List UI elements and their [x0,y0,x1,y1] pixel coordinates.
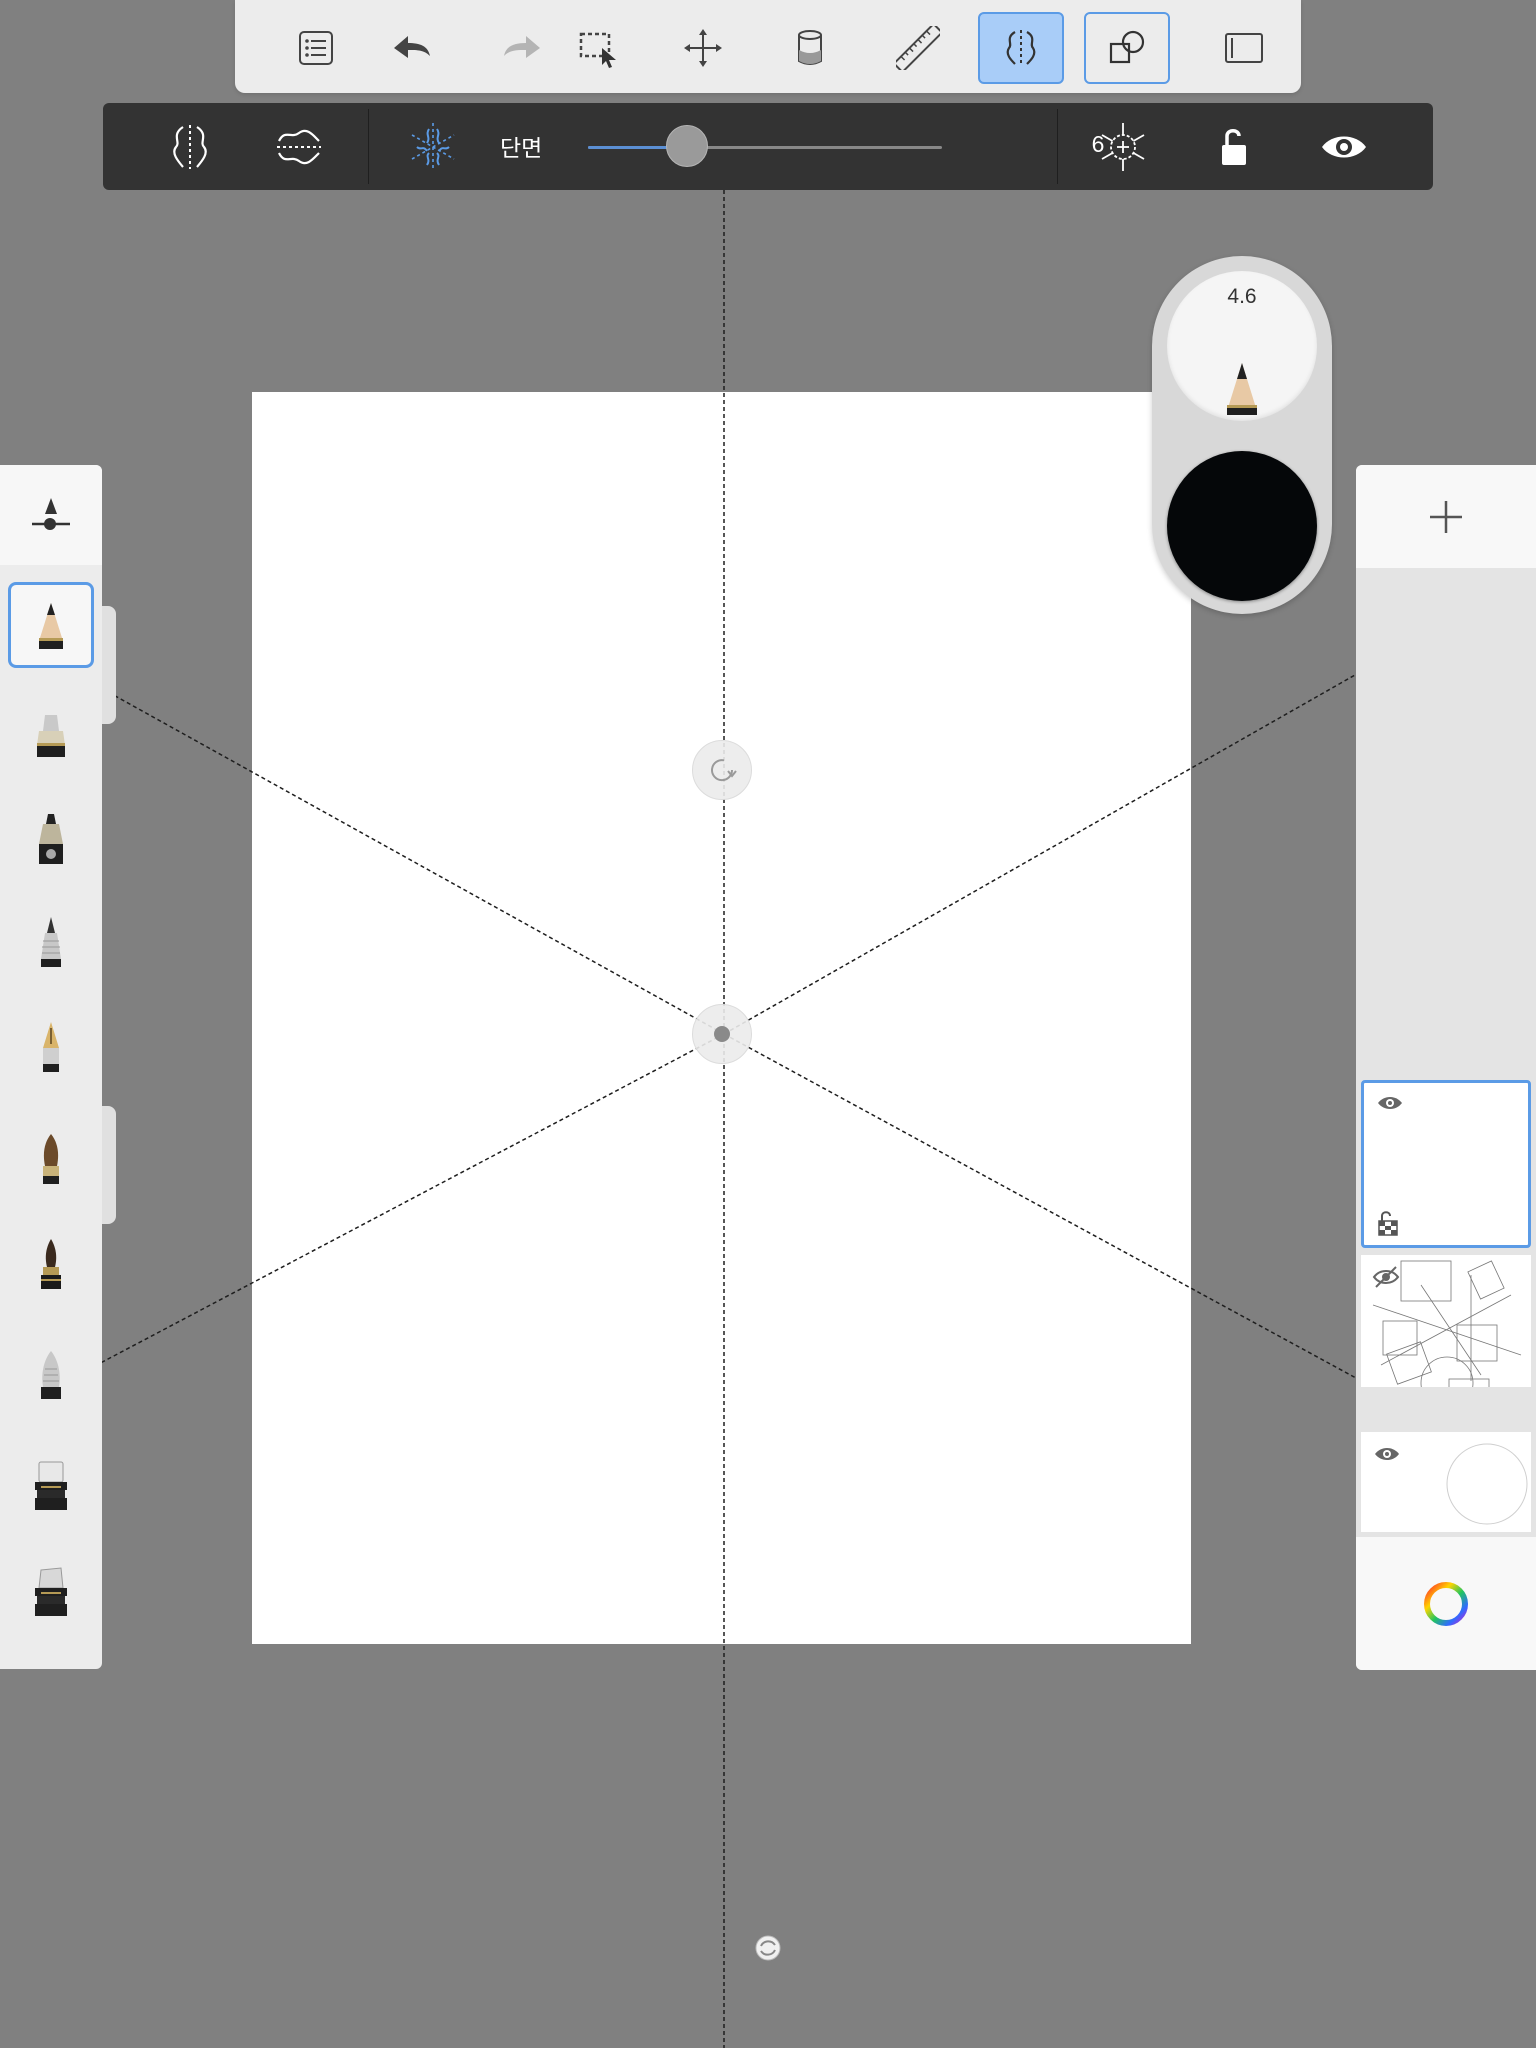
brush-paint-brush[interactable] [8,1117,94,1203]
eye-icon[interactable] [1373,1444,1401,1464]
fountain-pen-icon [43,1022,59,1072]
sectors-slider-knob[interactable] [666,125,709,167]
brush-puck[interactable]: 4.6 [1152,256,1332,614]
ink-brush-icon [41,1239,61,1289]
undo-button[interactable] [369,12,455,84]
divider [1057,109,1058,184]
brush-eraser-soft[interactable] [8,1549,94,1635]
brush-pencil[interactable] [8,582,94,668]
brush-felt-pen[interactable] [8,797,94,883]
vertical-symmetry-icon [173,125,207,169]
add-layer-button[interactable] [1356,465,1536,568]
palette-drag-handle[interactable] [102,1106,116,1224]
selection-button[interactable] [555,12,641,84]
color-wheel-icon [1424,1581,1468,1626]
brush-settings-icon [32,498,70,530]
eye-icon[interactable] [1376,1093,1404,1113]
brush-size-control[interactable]: 4.6 [1167,271,1317,421]
color-editor-button[interactable] [1356,1537,1536,1670]
ruler-button[interactable] [875,12,961,84]
brush-settings-button[interactable] [0,465,102,565]
fullscreen-button[interactable] [1201,12,1287,84]
layer-panel [1356,465,1536,1670]
canvas-rotate-handle[interactable] [752,1932,784,1964]
brush-ink-brush[interactable] [8,1222,94,1308]
lock-transparency-icon[interactable] [1376,1209,1400,1237]
radial-symmetry-icon [411,123,455,171]
rotate-icon [711,759,737,782]
palette-drag-handle[interactable] [102,606,116,724]
transform-button[interactable] [660,12,746,84]
eye-icon [1322,136,1366,158]
radial-symmetry-button[interactable] [403,117,463,177]
brush-marker[interactable] [8,692,94,778]
brush-eraser-hard[interactable] [8,1443,94,1529]
redo-arrow-icon [504,36,540,58]
ruler-icon [896,26,940,70]
airbrush-icon [41,1351,61,1399]
marquee-select-icon [579,32,616,68]
rotate-symmetry-handle[interactable] [692,740,752,800]
predictive-stroke-button[interactable] [1084,12,1170,84]
redo-button[interactable] [479,12,565,84]
app-window: 단면 6 4.6 [0,0,1536,2048]
sectors-label: 단면 [500,135,543,161]
layer-thumbnail[interactable] [1361,1255,1531,1387]
layer-thumbnail[interactable] [1361,1080,1531,1248]
eraser-hard-icon [35,1461,67,1510]
move-arrows-icon [684,29,722,67]
list-icon [299,31,333,65]
brush-fountain-pen[interactable] [8,1005,94,1091]
undo-arrow-icon [394,36,430,58]
reset-center-button[interactable] [1093,117,1153,177]
symmetry-icon [1006,30,1036,66]
pencil-icon [1227,363,1257,415]
ballpoint-icon [41,917,61,967]
layer-menu-button[interactable] [273,12,359,84]
horizontal-symmetry-icon [277,129,321,165]
layer-thumbnail[interactable] [1361,1432,1531,1532]
center-dot-icon [714,1026,730,1042]
symmetry-button[interactable] [978,12,1064,84]
canvas-frame-icon [1225,33,1263,63]
plus-icon [1430,500,1462,533]
paint-bucket-icon [798,30,822,65]
color-swatch[interactable] [1167,451,1317,601]
symmetry-center-handle[interactable] [692,1004,752,1064]
brush-palette [0,465,102,1669]
felt-pen-icon [39,814,63,864]
unlock-icon [1222,129,1246,165]
vertical-symmetry-button[interactable] [160,117,220,177]
sectors-slider-track[interactable] [588,146,942,149]
paint-brush-icon [43,1134,59,1184]
divider [368,109,369,184]
show-guides-button[interactable] [1314,117,1374,177]
lock-symmetry-button[interactable] [1204,117,1264,177]
fill-button[interactable] [767,12,853,84]
horizontal-symmetry-button[interactable] [269,117,329,177]
rotate-icon [755,1935,781,1961]
eye-hidden-icon[interactable] [1371,1265,1401,1289]
pencil-icon [39,603,63,649]
brush-airbrush[interactable] [8,1332,94,1418]
marker-icon [37,715,65,757]
symmetry-options-bar: 단면 6 [103,103,1433,190]
brush-ballpoint[interactable] [8,900,94,986]
radial-center-icon [1101,123,1145,171]
main-toolbar [235,0,1301,93]
shapes-icon [1109,30,1145,64]
eraser-soft-icon [35,1567,67,1616]
